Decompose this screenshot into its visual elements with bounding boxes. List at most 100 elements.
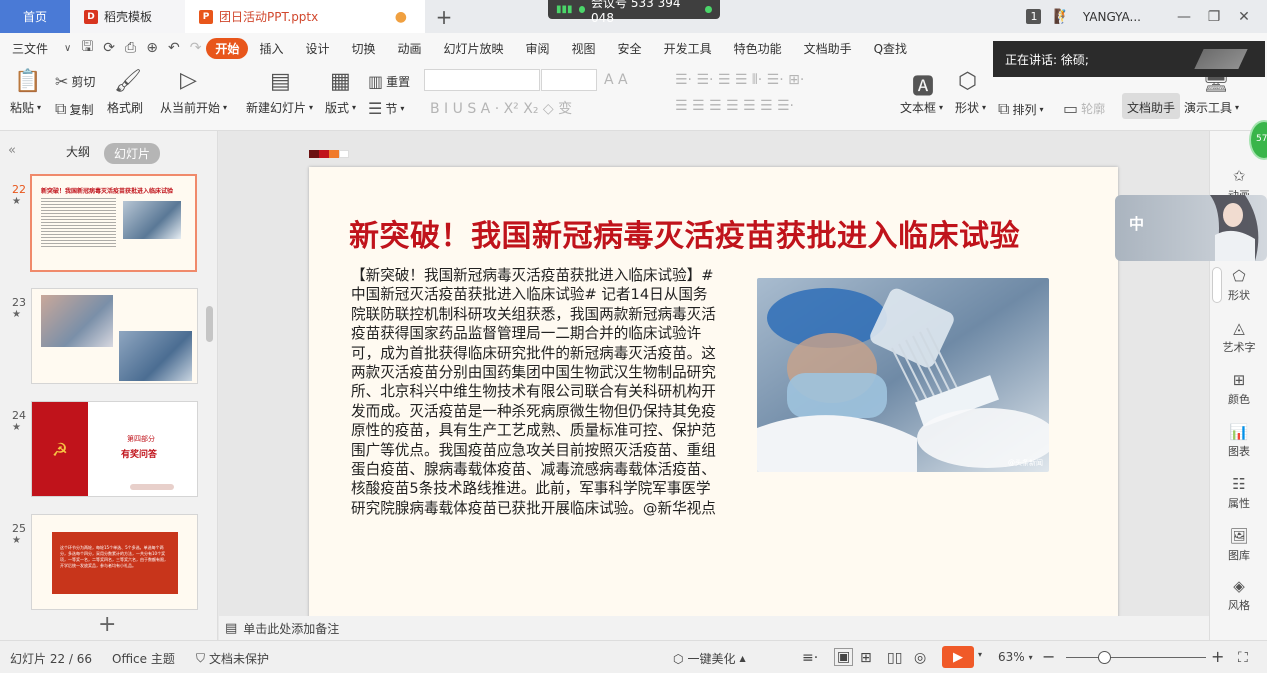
menu-insert[interactable]: 插入 (248, 40, 294, 57)
layout-button[interactable]: 版式 ▾ (325, 99, 356, 116)
window-count-badge[interactable]: 1 (1026, 9, 1042, 24)
protect-status[interactable]: ⛉ 文档未保护 (196, 650, 269, 667)
notes-bar[interactable]: ▤ 单击此处添加备注 (219, 616, 1209, 640)
font-grow-icon[interactable]: A A (604, 72, 628, 88)
font-size-select[interactable] (541, 69, 597, 91)
format-brush-button[interactable]: 格式刷 (107, 99, 143, 116)
save-icon[interactable]: 🖫 (76, 36, 98, 60)
record-view-icon[interactable]: ◎ (914, 650, 926, 666)
add-slide-button[interactable]: + (98, 612, 116, 637)
menu-search[interactable]: Q查找 (863, 40, 918, 57)
fit-window-icon[interactable]: ⛶ (1238, 650, 1248, 666)
collapse-panel-icon[interactable]: « (8, 143, 16, 158)
meeting-bar[interactable]: ▮▮▮ 会议号 533 394 048 (548, 0, 720, 25)
beautify-button[interactable]: ⬡ 一键美化 ▲ (673, 650, 746, 667)
menu-slideshow[interactable]: 幻灯片放映 (433, 40, 515, 57)
menu-devtools[interactable]: 开发工具 (653, 40, 723, 57)
text-format-icons[interactable]: B I U S A · X² X₂ ◇ 变 (430, 98, 572, 118)
slideshow-play-button[interactable]: ▶ (942, 646, 974, 668)
paste-icon[interactable]: 📋 (14, 69, 41, 94)
shape-button[interactable]: 形状 ▾ (955, 99, 986, 116)
tab-document[interactable]: P 团日活动PPT.pptx ● (185, 0, 425, 33)
side-wordart[interactable]: ◬ 艺术字 (1210, 319, 1267, 355)
slide-canvas-area: 新突破！我国新冠病毒灭活疫苗获批进入临床试验 【新突破！我国新冠病毒灭活疫苗获批… (219, 131, 1209, 627)
align-icons[interactable]: ☰ ☰ ☰ ☰ ☰ ☰ ☰· (675, 98, 794, 114)
layout-icon[interactable]: ▦ (330, 69, 351, 94)
menu-view[interactable]: 视图 (561, 40, 607, 57)
tab-slides[interactable]: 幻灯片 (104, 143, 161, 164)
side-gallery[interactable]: 🖼 图库 (1210, 527, 1267, 563)
slide-thumb-25[interactable]: 这个环节分为两轮，每轮15个单选、5个多选。单选每个两分，多选每个四分，采用分数… (31, 514, 198, 610)
play-circle-icon[interactable]: ▷ (180, 68, 197, 93)
redo-arrow-icon[interactable]: ↷ (185, 40, 207, 56)
zoom-slider-track[interactable] (1066, 657, 1206, 658)
side-color[interactable]: ⊞ 颜色 (1210, 371, 1267, 407)
text-box-icon[interactable]: 🅰 (912, 69, 934, 101)
sorter-view-icon[interactable]: ⊞ (860, 650, 872, 666)
paste-button[interactable]: 粘贴 ▾ (10, 99, 41, 116)
cut-button[interactable]: ✂ 剪切 (55, 72, 95, 91)
input-method-avatar[interactable]: 中 (1115, 195, 1267, 261)
minimize-icon[interactable]: — (1175, 9, 1193, 25)
slide-title[interactable]: 新突破！我国新冠病毒灭活疫苗获批进入临床试验 (349, 211, 1069, 255)
chevron-down-icon[interactable]: ∨ (59, 43, 76, 54)
menu-review[interactable]: 审阅 (515, 40, 561, 57)
from-current-button[interactable]: 从当前开始 ▾ (160, 99, 227, 116)
menu-file[interactable]: 三文件 (12, 40, 59, 57)
new-slide-icon[interactable]: ▤ (270, 69, 291, 94)
close-icon[interactable]: ✕ (1235, 9, 1253, 25)
tab-home[interactable]: 首页 (0, 0, 70, 33)
redo-icon[interactable]: ⟳ (98, 40, 120, 56)
print-icon[interactable]: ⎙ (120, 40, 141, 56)
outline-button[interactable]: ▭ 轮廓 (1063, 99, 1105, 118)
new-tab-button[interactable]: + (425, 0, 463, 33)
doc-helper-button[interactable]: 文档助手 (1127, 99, 1175, 116)
tab-templates[interactable]: D 稻壳模板 (70, 0, 185, 33)
reading-view-icon[interactable]: ▯▯ (887, 650, 902, 666)
thumb-scrollbar[interactable] (206, 306, 213, 342)
side-shape[interactable]: ⬠ 形状 (1210, 267, 1267, 303)
list-icons[interactable]: ☰· ☰· ☰ ☰ ⫴· ☰· ⊞· (675, 72, 804, 88)
play-options-chevron-icon[interactable]: ▾ (978, 650, 982, 659)
slide-thumb-24[interactable]: ☭ 第四部分 有奖问答 (31, 401, 198, 497)
zoom-level[interactable]: 63% ▾ (998, 650, 1033, 664)
normal-view-icon[interactable]: ▣ (834, 648, 854, 666)
menu-design[interactable]: 设计 (294, 40, 340, 57)
zoom-in-icon[interactable]: + (1211, 647, 1224, 666)
slide-thumb-23[interactable] (31, 288, 198, 384)
current-slide[interactable]: 新突破！我国新冠病毒灭活疫苗获批进入临床试验 【新突破！我国新冠病毒灭活疫苗获批… (309, 167, 1118, 627)
print-preview-icon[interactable]: ⊕ (141, 40, 163, 56)
menu-transition[interactable]: 切换 (340, 40, 386, 57)
tab-outline[interactable]: 大纲 (66, 143, 90, 160)
menu-features[interactable]: 特色功能 (723, 40, 793, 57)
shape-icon[interactable]: ⬡ (958, 69, 977, 94)
text-box-button[interactable]: 文本框 ▾ (900, 99, 943, 116)
vaccine-lab-photo[interactable]: @头条新闻 (757, 278, 1049, 472)
side-chart[interactable]: 📊 图表 (1210, 423, 1267, 459)
section-button[interactable]: ☰ 节 ▾ (368, 99, 404, 118)
undo-icon[interactable]: ↶ (163, 40, 185, 56)
new-slide-button[interactable]: 新建幻灯片 ▾ (246, 99, 313, 116)
menu-doc-helper[interactable]: 文档助手 (793, 40, 863, 57)
arrange-button[interactable]: ⧉ 排列 ▾ (998, 99, 1043, 119)
menu-animation[interactable]: 动画 (386, 40, 432, 57)
zoom-slider-knob[interactable] (1098, 651, 1111, 664)
format-brush-icon[interactable]: 🖌 (114, 69, 142, 94)
user-name[interactable]: YANGYA... (1083, 10, 1141, 24)
menu-security[interactable]: 安全 (607, 40, 653, 57)
reset-button[interactable]: ▥ 重置 (368, 72, 410, 91)
restore-icon[interactable]: ❐ (1205, 9, 1223, 25)
side-properties[interactable]: ☷ 属性 (1210, 475, 1267, 511)
slide-thumb-22[interactable]: 新突破！我国新冠病毒灭活疫苗获批进入临床试验 (30, 174, 197, 272)
side-style[interactable]: ◈ 风格 (1210, 577, 1267, 613)
slide-body-text[interactable]: 【新突破！我国新冠病毒灭活疫苗获批进入临床试验】#中国新冠灭活疫苗获批进入临床试… (351, 266, 719, 518)
notes-view-icon[interactable]: ≡· (802, 650, 818, 666)
presenter-button[interactable]: 演示工具 ▾ (1184, 99, 1239, 116)
menu-home[interactable]: 开始 (206, 37, 249, 59)
beautify-icon: ⬡ (673, 651, 684, 666)
image-icon: 🖼 (1229, 527, 1249, 545)
copy-button[interactable]: ⧉ 复制 (55, 99, 93, 119)
font-family-select[interactable] (424, 69, 540, 91)
zoom-out-icon[interactable]: − (1042, 647, 1055, 666)
user-avatar-icon[interactable]: 🧗 (1053, 9, 1070, 25)
